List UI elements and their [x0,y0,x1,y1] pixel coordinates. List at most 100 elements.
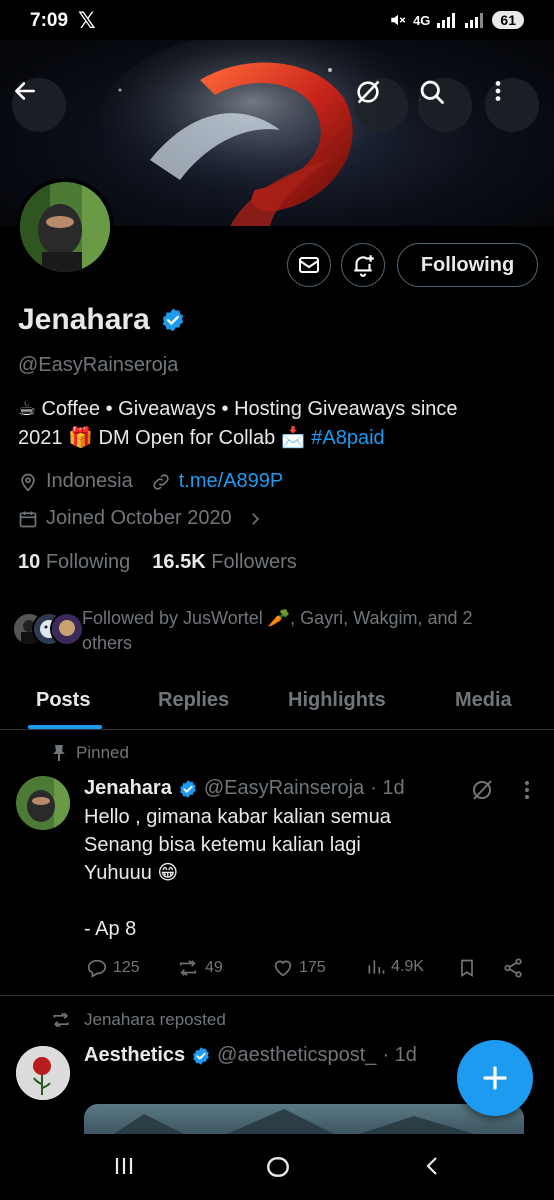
profile-link[interactable]: t.me/A899P [179,470,284,493]
tab-replies[interactable]: Replies [158,689,229,712]
message-button[interactable] [287,243,331,287]
profile-meta-row: Indonesia t.me/A899P [18,470,283,493]
followers-count-link[interactable]: 16.5K Followers [152,551,297,574]
tab-posts[interactable]: Posts [36,689,90,712]
plus-icon [483,1066,507,1090]
chevron-right-icon [251,512,259,525]
following-label: Following [45,551,131,573]
avatar-photo [20,182,110,272]
more-vertical-icon [495,81,501,101]
system-nav-bar [0,1134,554,1200]
profile-bio: ☕ Coffee • Giveaways • Hosting Giveaways… [18,395,528,453]
verified-badge-icon [180,779,196,798]
bell-plus-icon [354,255,374,277]
post-line: Yuhuuu 😁 [84,862,179,884]
joined-row[interactable]: Joined October 2020 [18,507,264,530]
profile-location: Indonesia [46,470,133,492]
views-count: 4.9K [391,958,424,975]
profile-handle: @EasyRainseroja [18,354,179,376]
repost-author-handle: @aestheticspost_ [217,1044,377,1066]
mute-icon [391,14,406,26]
views-chart-icon [368,960,385,974]
bio-line-2-text: 2021 🎁 DM Open for Collab 📩 [18,427,312,449]
repost-author-name[interactable]: Aesthetics [84,1044,185,1067]
reposted-label: Jenahara reposted [84,1010,226,1029]
reposted-label-row: Jenahara reposted [50,1010,226,1030]
like-count: 175 [299,959,326,976]
follow-counts: 10 Following 16.5K Followers [18,551,297,574]
followers-label: Followers [211,551,297,573]
status-time: 7:09 [30,10,69,31]
reply-button[interactable]: 125 [86,957,140,979]
verified-badge-icon[interactable] [160,307,186,333]
post-divider [0,995,554,996]
like-button[interactable]: 175 [272,957,326,979]
arrow-left-icon [15,82,35,100]
bio-line-1: ☕ Coffee • Giveaways • Hosting Giveaways… [18,398,458,420]
home-icon[interactable] [265,1154,291,1180]
followers-count: 16.5K [152,551,206,573]
post-time: · 1d [370,777,405,799]
following-button[interactable]: Following [397,243,538,287]
profile-name-row: Jenahara [18,303,186,337]
views-button[interactable]: 4.9K [366,957,424,977]
repost-author-avatar[interactable] [16,1046,70,1100]
compose-post-button[interactable] [457,1040,533,1116]
post-author-avatar[interactable] [16,776,70,830]
repost-header: Aesthetics @aestheticspost_ · 1d [84,1044,417,1067]
pinned-label-row: Pinned [52,743,129,763]
signal-icon [437,13,456,28]
notifications-button[interactable] [341,243,385,287]
post-more-icon[interactable] [517,779,537,801]
share-icon[interactable] [502,957,524,979]
back-nav-icon[interactable] [421,1154,445,1178]
tab-media[interactable]: Media [455,689,512,712]
bio-hashtag-link[interactable]: #A8paid [311,427,384,449]
grok-icon[interactable] [470,778,494,802]
reply-icon [87,959,107,978]
profile-avatar[interactable] [16,178,114,276]
pinned-post-header: Jenahara @EasyRainseroja · 1d [84,777,405,800]
post-line: Senang bisa ketemu kalian lagi [84,834,361,856]
more-button[interactable] [485,78,539,132]
following-count: 10 [18,551,41,573]
heart-icon [274,960,292,977]
active-tab-indicator [28,725,102,729]
post-actions: 125 49 175 4.9K [84,957,534,981]
followed-by-text[interactable]: Followed by JusWortel 🥕, Gayri, Wakgim, … [82,606,522,656]
post-line: - Ap 8 [84,918,137,940]
pinned-post-text: Hello , gimana kabar kalian semua Senang… [84,803,504,943]
following-count-link[interactable]: 10 Following [18,551,130,574]
repost-time: · 1d [382,1044,417,1066]
signal-icon-2 [465,13,484,28]
status-icons: 4G 61 [389,11,524,29]
location-pin-icon [21,473,35,492]
calendar-icon [19,511,37,527]
pin-icon [53,745,65,761]
follower-avatar-3 [50,612,84,646]
x-logo-icon: 𝕏 [78,8,96,33]
post-author-name[interactable]: Jenahara [84,777,172,800]
profile-tabs: Posts Replies Highlights Media [0,676,554,730]
tab-highlights[interactable]: Highlights [288,689,386,712]
recents-icon[interactable] [112,1154,136,1178]
pinned-label: Pinned [76,743,129,762]
search-icon [420,80,444,104]
bookmark-icon[interactable] [457,957,477,979]
battery-indicator: 61 [492,11,524,29]
bio-line-2: 2021 🎁 DM Open for Collab 📩 #A8paid [18,424,528,453]
repost-count: 49 [205,959,223,976]
post-line: Hello , gimana kabar kalian semua [84,806,391,828]
grok-icon [357,80,380,104]
reply-count: 125 [113,959,140,976]
link-icon [153,473,169,490]
back-button[interactable] [12,78,66,132]
search-button[interactable] [418,78,472,132]
repost-button[interactable]: 49 [176,957,223,979]
status-bar: 7:09 𝕏 4G 61 [0,0,554,40]
grok-button[interactable] [354,78,408,132]
repost-icon [53,1012,69,1028]
network-type: 4G [413,12,431,28]
joined-date: Joined October 2020 [46,507,232,529]
mail-icon [299,257,319,273]
